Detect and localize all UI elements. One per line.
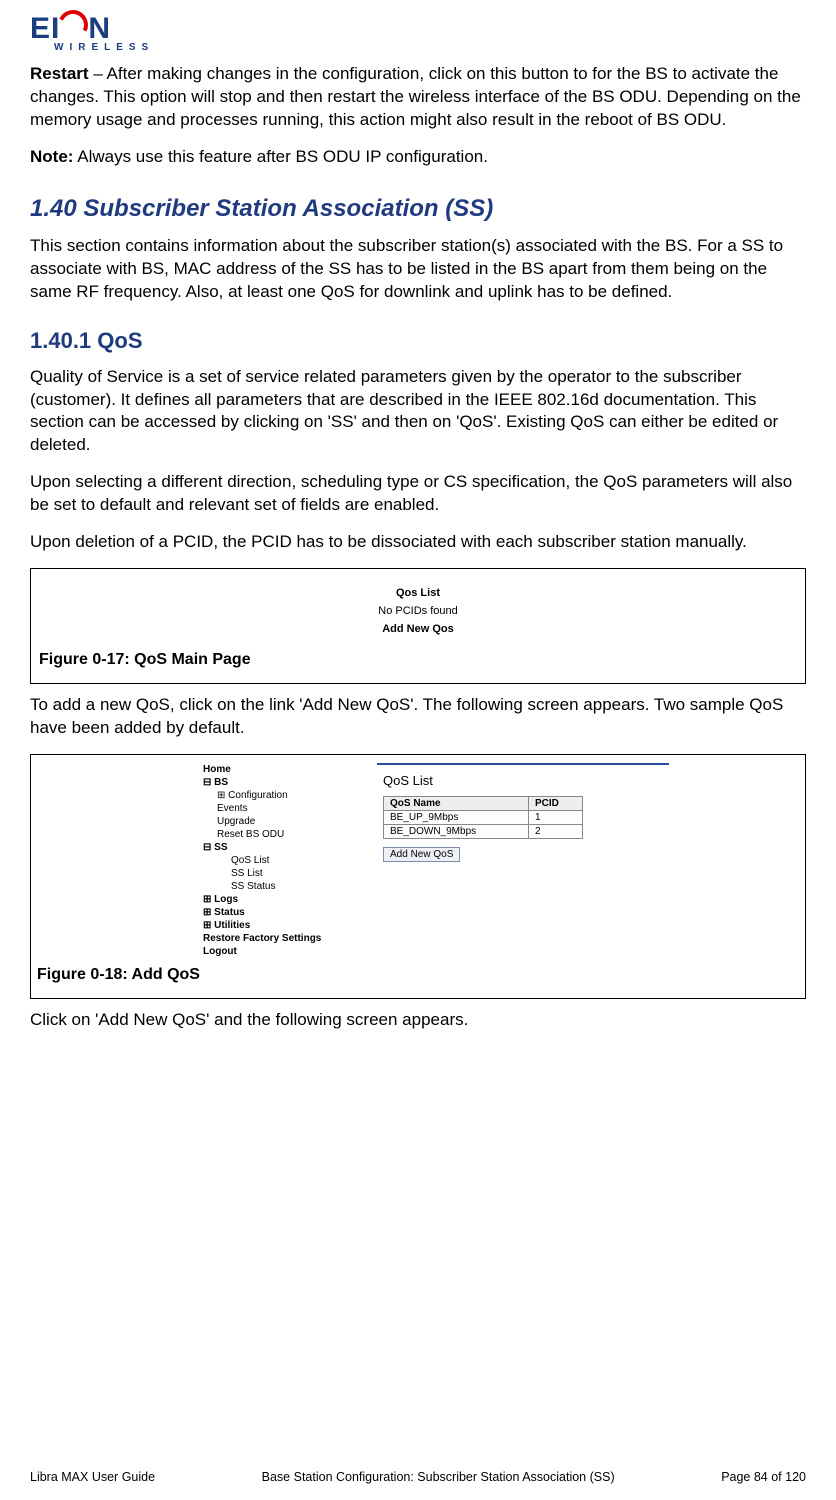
nav-logs[interactable]: Logs [203, 893, 373, 906]
qos-table: QoS Name PCID BE_UP_9Mbps 1 BE_DOWN_9Mbp… [383, 796, 583, 839]
logo-subtext: WIRELESS [54, 42, 806, 53]
fig17-title: Qos List [39, 587, 797, 599]
subsection-heading: 1.40.1 QoS [30, 328, 806, 354]
nav-bs-upgrade[interactable]: Upgrade [203, 815, 373, 828]
after-fig18-text: Click on 'Add New QoS' and the following… [30, 1009, 806, 1032]
nav-status[interactable]: Status [203, 906, 373, 919]
nav-home[interactable]: Home [203, 763, 373, 776]
figure-18-box: Home BS Configuration Events Upgrade Res… [30, 754, 806, 999]
after-fig17-text: To add a new QoS, click on the link 'Add… [30, 694, 806, 740]
fig17-link: Add New Qos [39, 623, 797, 635]
col-pcid: PCID [529, 797, 583, 811]
panel-title: QoS List [383, 773, 663, 788]
nav-bs-config[interactable]: Configuration [203, 789, 373, 802]
figure-18-caption: Figure 0-18: Add QoS [37, 966, 799, 984]
logo-arc-icon [54, 6, 92, 44]
note-label: Note: [30, 147, 73, 166]
figure-17-box: Qos List No PCIDs found Add New Qos Figu… [30, 568, 806, 684]
note-text: Always use this feature after BS ODU IP … [73, 147, 488, 166]
col-qosname: QoS Name [384, 797, 529, 811]
qos-p3: Upon deletion of a PCID, the PCID has to… [30, 531, 806, 554]
nav-bs-reset[interactable]: Reset BS ODU [203, 828, 373, 841]
qos-p2: Upon selecting a different direction, sc… [30, 471, 806, 517]
logo-letter: I [51, 14, 58, 44]
qos-p1: Quality of Service is a set of service r… [30, 366, 806, 458]
qos-panel: QoS List QoS Name PCID BE_UP_9Mbps 1 BE_… [377, 763, 669, 866]
restart-label: Restart [30, 64, 89, 83]
nav-logout[interactable]: Logout [203, 945, 373, 958]
fig17-msg: No PCIDs found [39, 605, 797, 617]
nav-ss-qos[interactable]: QoS List [203, 854, 373, 867]
nav-bs[interactable]: BS [203, 776, 373, 789]
section-intro: This section contains information about … [30, 235, 806, 304]
nav-tree: Home BS Configuration Events Upgrade Res… [199, 763, 377, 958]
logo-letter: E [30, 14, 49, 44]
figure-17-caption: Figure 0-17: QoS Main Page [39, 651, 797, 669]
page-footer: Libra MAX User Guide Base Station Config… [30, 1470, 806, 1484]
footer-right: Page 84 of 120 [721, 1470, 806, 1484]
restart-text: – After making changes in the configurat… [30, 64, 801, 129]
footer-left: Libra MAX User Guide [30, 1470, 155, 1484]
nav-ss-status[interactable]: SS Status [203, 880, 373, 893]
logo-letter: N [88, 14, 109, 44]
table-row[interactable]: BE_UP_9Mbps 1 [384, 811, 583, 825]
table-row[interactable]: BE_DOWN_9Mbps 2 [384, 825, 583, 839]
nav-ss-list[interactable]: SS List [203, 867, 373, 880]
nav-ss[interactable]: SS [203, 841, 373, 854]
footer-center: Base Station Configuration: Subscriber S… [262, 1470, 615, 1484]
nav-utilities[interactable]: Utilities [203, 919, 373, 932]
section-heading: 1.40 Subscriber Station Association (SS) [30, 195, 806, 223]
note-paragraph: Note: Always use this feature after BS O… [30, 146, 806, 169]
add-new-qos-button[interactable]: Add New QoS [383, 847, 460, 862]
nav-bs-events[interactable]: Events [203, 802, 373, 815]
brand-logo: E I N WIRELESS [30, 10, 806, 53]
restart-paragraph: Restart – After making changes in the co… [30, 63, 806, 132]
nav-restore[interactable]: Restore Factory Settings [203, 932, 373, 945]
